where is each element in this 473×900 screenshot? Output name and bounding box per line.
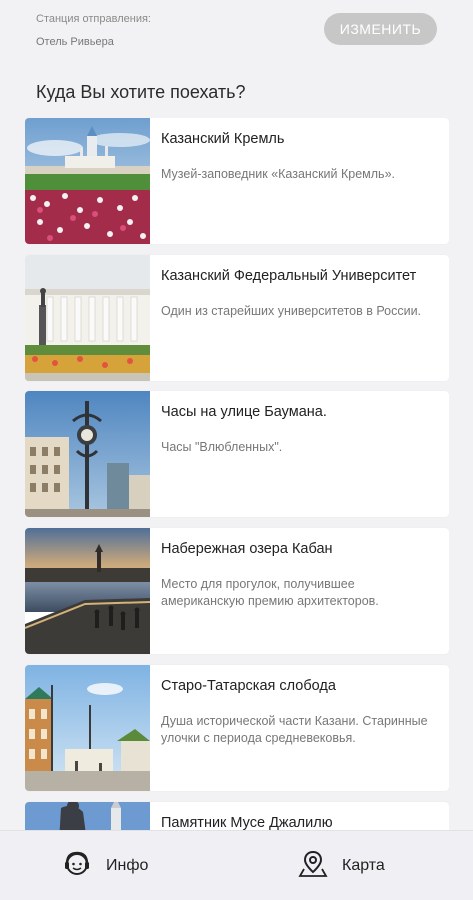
- place-title: Старо-Татарская слобода: [161, 678, 336, 694]
- place-card-old-tatar-sloboda[interactable]: Старо-Татарская слобода Душа историческо…: [25, 665, 449, 791]
- change-station-button[interactable]: ИЗМЕНИТЬ: [324, 13, 437, 45]
- headset-avatar-icon: [62, 849, 92, 884]
- place-description: Часы "Влюбленных".: [161, 440, 283, 454]
- bottom-navigation: Инфо Карта: [0, 830, 473, 900]
- map-pin-icon: [298, 849, 328, 884]
- place-photo: [25, 802, 150, 830]
- place-description: Место для прогулок, получившее американс…: [161, 577, 379, 608]
- place-card-bauman-clock[interactable]: Часы на улице Баумана. Часы "Влюбленных"…: [25, 391, 449, 517]
- departure-station-value: Отель Ривьера: [36, 36, 114, 48]
- place-title: Памятник Мусе Джалилю: [161, 815, 333, 830]
- place-photo: [25, 118, 150, 244]
- place-photo: [25, 391, 150, 517]
- place-photo: [25, 528, 150, 654]
- place-title: Часы на улице Баумана.: [161, 404, 327, 420]
- nav-info-label: Инфо: [106, 857, 149, 874]
- page-title: Куда Вы хотите поехать?: [36, 82, 246, 102]
- place-title: Набережная озера Кабан: [161, 541, 333, 557]
- departure-header: Станция отправления: Отель Ривьера ИЗМЕН…: [0, 0, 473, 60]
- place-photo: [25, 665, 150, 791]
- place-description: Один из старейших университетов в России…: [161, 304, 422, 318]
- place-description: Душа исторической части Казани. Старинны…: [161, 714, 428, 745]
- place-title: Казанский Федеральный Университет: [161, 268, 417, 284]
- place-description: Музей-заповедник «Казанский Кремль».: [161, 167, 395, 181]
- place-title: Казанский Кремль: [161, 131, 285, 147]
- nav-info-tab[interactable]: Инфо: [62, 831, 148, 900]
- place-card-kaban-lake[interactable]: Набережная озера Кабан Место для прогуло…: [25, 528, 449, 654]
- place-card-musa-jalil[interactable]: Памятник Мусе Джалилю: [25, 802, 449, 830]
- place-photo: [25, 255, 150, 381]
- places-list[interactable]: Казанский Кремль Музей-заповедник «Казан…: [25, 118, 449, 830]
- departure-station-label: Станция отправления:: [36, 13, 151, 25]
- place-card-university[interactable]: Казанский Федеральный Университет Один и…: [25, 255, 449, 381]
- nav-map-label: Карта: [342, 857, 385, 874]
- nav-map-tab[interactable]: Карта: [298, 831, 385, 900]
- place-card-kremlin[interactable]: Казанский Кремль Музей-заповедник «Казан…: [25, 118, 449, 244]
